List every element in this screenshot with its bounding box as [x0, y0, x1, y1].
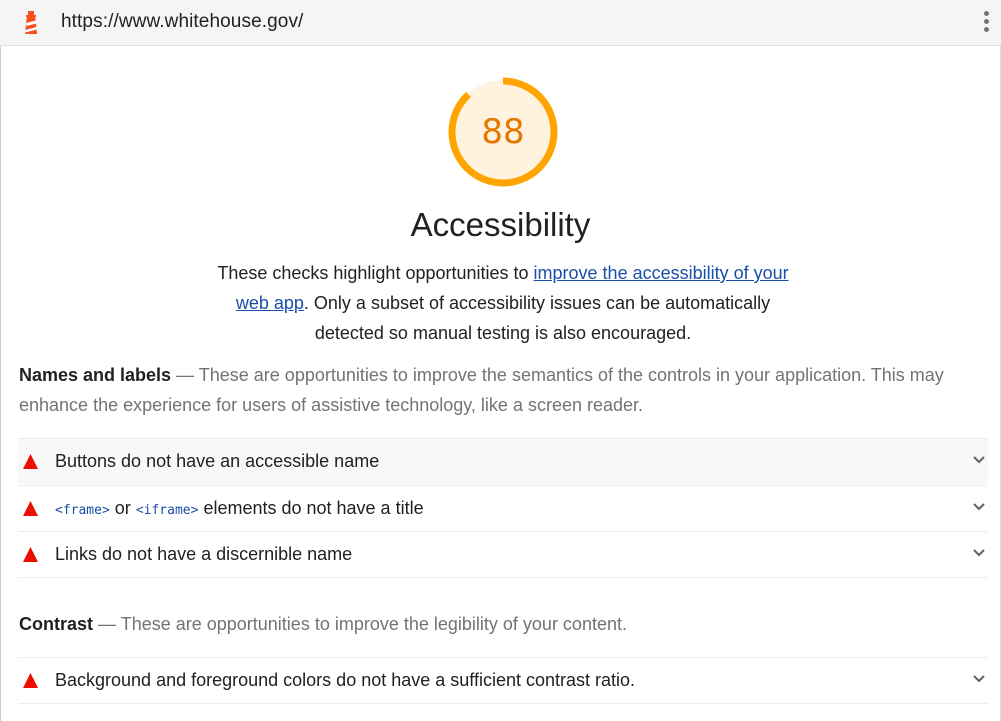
group-separator: —	[93, 614, 121, 634]
group-description: These are opportunities to improve the l…	[120, 614, 627, 634]
category-description: These checks highlight opportunities to …	[200, 258, 806, 348]
audit-title: Background and foreground colors do not …	[55, 670, 636, 690]
chevron-down-icon[interactable]	[972, 548, 986, 558]
group-header-names-and-labels: Names and labels — These are opportuniti…	[19, 360, 979, 420]
audit-color-contrast[interactable]: Background and foreground colors do not …	[18, 657, 988, 703]
code-frame: <frame>	[55, 503, 110, 518]
description-text: These checks highlight opportunities to	[217, 263, 534, 283]
group-separator: —	[171, 365, 199, 385]
fail-triangle-icon	[23, 673, 38, 688]
code-iframe: <iframe>	[135, 503, 199, 518]
chevron-down-icon[interactable]	[972, 455, 986, 465]
more-vert-icon[interactable]	[981, 11, 991, 35]
score-value: 88	[481, 112, 525, 152]
lighthouse-icon	[25, 11, 37, 34]
audit-title: Buttons do not have an accessible name	[55, 451, 380, 471]
fail-triangle-icon	[23, 501, 38, 516]
divider	[18, 703, 988, 704]
group-header-contrast: Contrast — These are opportunities to im…	[19, 609, 979, 639]
report-url: https://www.whitehouse.gov/	[61, 11, 304, 32]
fail-triangle-icon	[23, 547, 38, 562]
audit-title-text: elements do not have a title	[198, 498, 424, 518]
audit-title: Links do not have a discernible name	[55, 544, 353, 564]
group-title: Contrast	[19, 614, 94, 634]
group-title: Names and labels	[19, 365, 172, 385]
audit-frame-title[interactable]: <frame> or <iframe> elements do not have…	[18, 485, 988, 531]
chevron-down-icon[interactable]	[972, 674, 986, 684]
description-text: . Only a subset of accessibility issues …	[303, 293, 771, 343]
audit-title-text: or	[109, 498, 136, 518]
audit-title: <frame> or <iframe> elements do not have…	[55, 498, 424, 519]
chevron-down-icon[interactable]	[972, 502, 986, 512]
audit-link-name[interactable]: Links do not have a discernible name	[18, 531, 988, 577]
frame-border	[0, 46, 1, 721]
fail-triangle-icon	[23, 454, 38, 469]
audit-button-name[interactable]: Buttons do not have an accessible name	[18, 438, 988, 484]
divider	[18, 577, 988, 578]
category-title: Accessibility	[410, 206, 591, 243]
report-toolbar: https://www.whitehouse.gov/	[0, 0, 1001, 46]
